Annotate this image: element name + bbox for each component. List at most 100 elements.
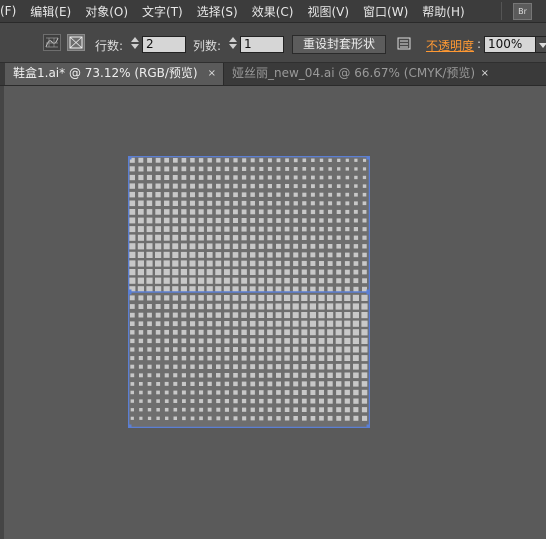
anchor-point[interactable] [128, 156, 132, 160]
halftone-square [232, 338, 239, 344]
halftone-square [266, 294, 273, 301]
opacity-select[interactable]: 100% [484, 36, 536, 53]
halftone-square [258, 209, 264, 215]
halftone-square [267, 381, 273, 387]
halftone-square [319, 175, 324, 180]
menu-file[interactable]: (F) [0, 4, 16, 18]
cols-stepper[interactable] [229, 36, 238, 53]
halftone-square [258, 294, 265, 301]
bridge-button[interactable]: Br [513, 3, 532, 20]
halftone-square [267, 372, 273, 378]
halftone-square [130, 408, 134, 412]
stepper-up-icon[interactable] [131, 37, 139, 42]
menu-view[interactable]: 视图(V) [307, 3, 349, 20]
halftone-square [189, 200, 195, 206]
halftone-square [328, 201, 333, 206]
rows-input[interactable]: 2 [142, 36, 186, 53]
halftone-square [275, 346, 282, 353]
halftone-square [147, 166, 152, 172]
panel-menu-icon[interactable] [397, 36, 412, 51]
halftone-square [344, 303, 351, 310]
halftone-square [345, 252, 350, 258]
halftone-square [207, 166, 212, 172]
halftone-square [181, 303, 187, 310]
menu-effect[interactable]: 效果(C) [252, 3, 294, 20]
halftone-square [139, 382, 143, 386]
halftone-square [362, 167, 367, 171]
halftone-square [232, 226, 239, 232]
halftone-square [285, 158, 289, 163]
halftone-square [301, 294, 308, 301]
halftone-square [189, 251, 196, 258]
envelope-grid-icon[interactable] [67, 34, 85, 51]
halftone-square [336, 252, 342, 258]
halftone-square [138, 338, 144, 344]
halftone-square [336, 235, 341, 240]
halftone-square [224, 355, 230, 361]
halftone-square [172, 217, 178, 224]
stepper-down-icon[interactable] [131, 44, 139, 49]
halftone-square [361, 320, 368, 327]
halftone-square [318, 286, 325, 292]
halftone-square [250, 243, 256, 249]
anchor-point[interactable] [366, 156, 371, 160]
halftone-square [249, 277, 256, 284]
halftone-square [139, 399, 143, 403]
halftone-square [302, 218, 307, 223]
tab-document-1[interactable]: 鞋盒1.ai* @ 73.12% (RGB/预览) × [5, 63, 224, 85]
halftone-square [130, 390, 134, 395]
halftone-square [215, 260, 222, 267]
halftone-square [181, 166, 187, 172]
halftone-square [309, 329, 316, 336]
anchor-point[interactable] [128, 289, 132, 295]
halftone-square [233, 364, 238, 370]
halftone-square [310, 286, 316, 292]
halftone-square [172, 209, 178, 215]
halftone-square [198, 364, 204, 369]
menu-type[interactable]: 文字(T) [142, 3, 183, 20]
tab-document-2[interactable]: 娅丝丽_new_04.ai @ 66.67% (CMYK/预览) × [224, 63, 496, 85]
halftone-square [275, 320, 282, 327]
halftone-square [258, 235, 264, 241]
halftone-square [284, 252, 290, 258]
artwork-envelope[interactable] [128, 156, 370, 428]
menu-select[interactable]: 选择(S) [197, 3, 238, 20]
halftone-square [258, 277, 265, 284]
rows-stepper[interactable] [131, 36, 140, 53]
halftone-square [224, 390, 229, 395]
halftone-square [147, 364, 152, 369]
opacity-label[interactable]: 不透明度 [426, 37, 474, 54]
anchor-point[interactable] [366, 424, 371, 429]
halftone-square [172, 226, 179, 232]
halftone-square [336, 269, 342, 275]
close-icon[interactable]: × [481, 63, 489, 84]
anchor-point[interactable] [128, 424, 132, 429]
chevron-down-icon[interactable] [535, 36, 546, 53]
halftone-square [284, 260, 290, 267]
halftone-square [284, 277, 290, 284]
menu-window[interactable]: 窗口(W) [363, 3, 408, 20]
halftone-square [276, 398, 281, 404]
menu-edit[interactable]: 编辑(E) [30, 3, 71, 20]
halftone-square [258, 260, 265, 267]
reset-envelope-button[interactable]: 重设封套形状 [292, 35, 387, 54]
halftone-square [173, 364, 178, 369]
halftone-square [155, 277, 162, 284]
close-icon[interactable]: × [208, 63, 216, 84]
stepper-down-icon[interactable] [229, 44, 237, 49]
cols-input[interactable]: 1 [240, 36, 284, 53]
halftone-square [198, 347, 204, 352]
anchor-point[interactable] [366, 289, 371, 295]
halftone-square [156, 364, 161, 369]
menu-help[interactable]: 帮助(H) [422, 3, 464, 20]
halftone-square [189, 226, 196, 232]
halftone-square [344, 381, 350, 387]
stepper-up-icon[interactable] [229, 37, 237, 42]
halftone-square [250, 381, 256, 387]
envelope-mesh-icon[interactable] [43, 34, 61, 51]
halftone-square [207, 192, 213, 198]
halftone-square [129, 260, 136, 267]
halftone-square [224, 416, 229, 421]
halftone-square [207, 303, 213, 310]
menu-object[interactable]: 对象(O) [85, 3, 128, 20]
